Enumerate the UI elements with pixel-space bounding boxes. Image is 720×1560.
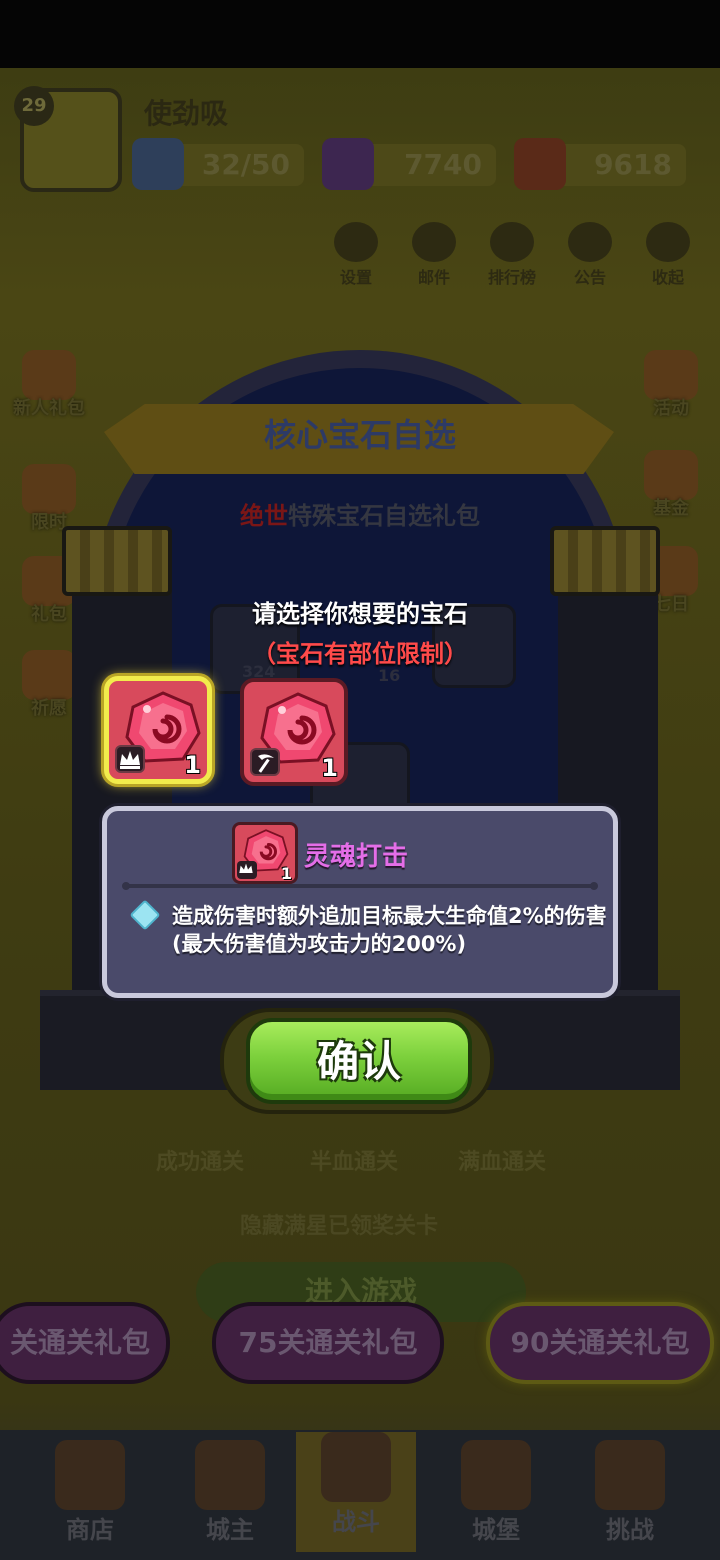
stage-success: 成功通关 xyxy=(156,1150,245,1175)
left-pillar-cap xyxy=(62,526,172,596)
crown-icon xyxy=(115,745,145,773)
coin-icon[interactable] xyxy=(514,138,566,190)
settings-button[interactable]: 设置 xyxy=(326,222,386,288)
lightning-icon[interactable] xyxy=(132,138,184,190)
nav-lord[interactable]: 城主 xyxy=(170,1440,290,1545)
shop-icon xyxy=(55,1440,125,1510)
bar-chart-icon xyxy=(490,222,534,262)
nav-battle[interactable]: 战斗 xyxy=(296,1432,416,1552)
gem-quantity: 1 xyxy=(321,754,338,782)
gem-option-pickaxe[interactable]: 1 xyxy=(240,678,348,786)
pack-60-button[interactable]: 关通关礼包 xyxy=(0,1302,170,1384)
confirm-button[interactable]: 确认 xyxy=(246,1018,472,1104)
right-pillar-cap xyxy=(550,526,660,596)
event-title: 核心宝石自选 xyxy=(263,416,456,454)
gem-quantity: 1 xyxy=(184,751,201,779)
stage-full-hp: 满血通关 xyxy=(458,1150,547,1175)
activity-icon xyxy=(644,350,698,400)
pack-75-button[interactable]: 75关通关礼包 xyxy=(212,1302,444,1384)
gem-description: 造成伤害时额外追加目标最大生命值2%的伤害(最大伤害值为攻击力的200%) xyxy=(172,904,607,956)
pack-90-button[interactable]: 90关通关礼包 xyxy=(486,1302,714,1384)
nav-shop[interactable]: 商店 xyxy=(30,1440,150,1545)
megaphone-icon xyxy=(568,222,612,262)
ranking-button[interactable]: 排行榜 xyxy=(482,222,542,288)
nav-castle[interactable]: 城堡 xyxy=(436,1440,556,1545)
swords-icon xyxy=(321,1432,391,1502)
hidden-claimed-label[interactable]: 隐藏满星已领奖关卡 xyxy=(240,1208,438,1240)
purple-gem-icon[interactable] xyxy=(322,138,374,190)
mail-button[interactable]: 邮件 xyxy=(404,222,464,288)
select-prompt: 请选择你想要的宝石 xyxy=(252,600,468,628)
level-badge: 29 xyxy=(14,86,54,126)
activity-button[interactable]: 活动 xyxy=(628,350,714,420)
stage-half-hp: 半血通关 xyxy=(310,1150,399,1175)
event-subtitle: 绝世特殊宝石自选礼包 xyxy=(240,502,480,530)
player-name: 使劲吸 xyxy=(144,97,229,130)
gem-option-crown[interactable]: 1 xyxy=(104,676,212,784)
divider xyxy=(122,882,598,890)
gem-name: 灵魂打击 xyxy=(304,842,409,872)
pickaxe-icon xyxy=(250,748,280,776)
challenge-icon xyxy=(595,1440,665,1510)
slot-restriction-warning: （宝石有部位限制） xyxy=(252,640,468,668)
crown-icon xyxy=(237,861,257,879)
castle-icon xyxy=(461,1440,531,1510)
nav-challenge[interactable]: 挑战 xyxy=(570,1440,690,1545)
status-bar xyxy=(0,0,720,68)
mail-icon xyxy=(412,222,456,262)
info-gem-thumbnail: 1 xyxy=(232,822,298,884)
newbie-pack-button[interactable]: 新人礼包 xyxy=(6,350,92,420)
gear-icon xyxy=(334,222,378,262)
gem-quantity: 1 xyxy=(280,864,292,883)
play-icon xyxy=(646,222,690,262)
collapse-button[interactable]: 收起 xyxy=(638,222,698,288)
money-bag-icon xyxy=(644,450,698,500)
notice-button[interactable]: 公告 xyxy=(560,222,620,288)
crown-icon xyxy=(195,1440,265,1510)
star-icon xyxy=(22,350,76,400)
